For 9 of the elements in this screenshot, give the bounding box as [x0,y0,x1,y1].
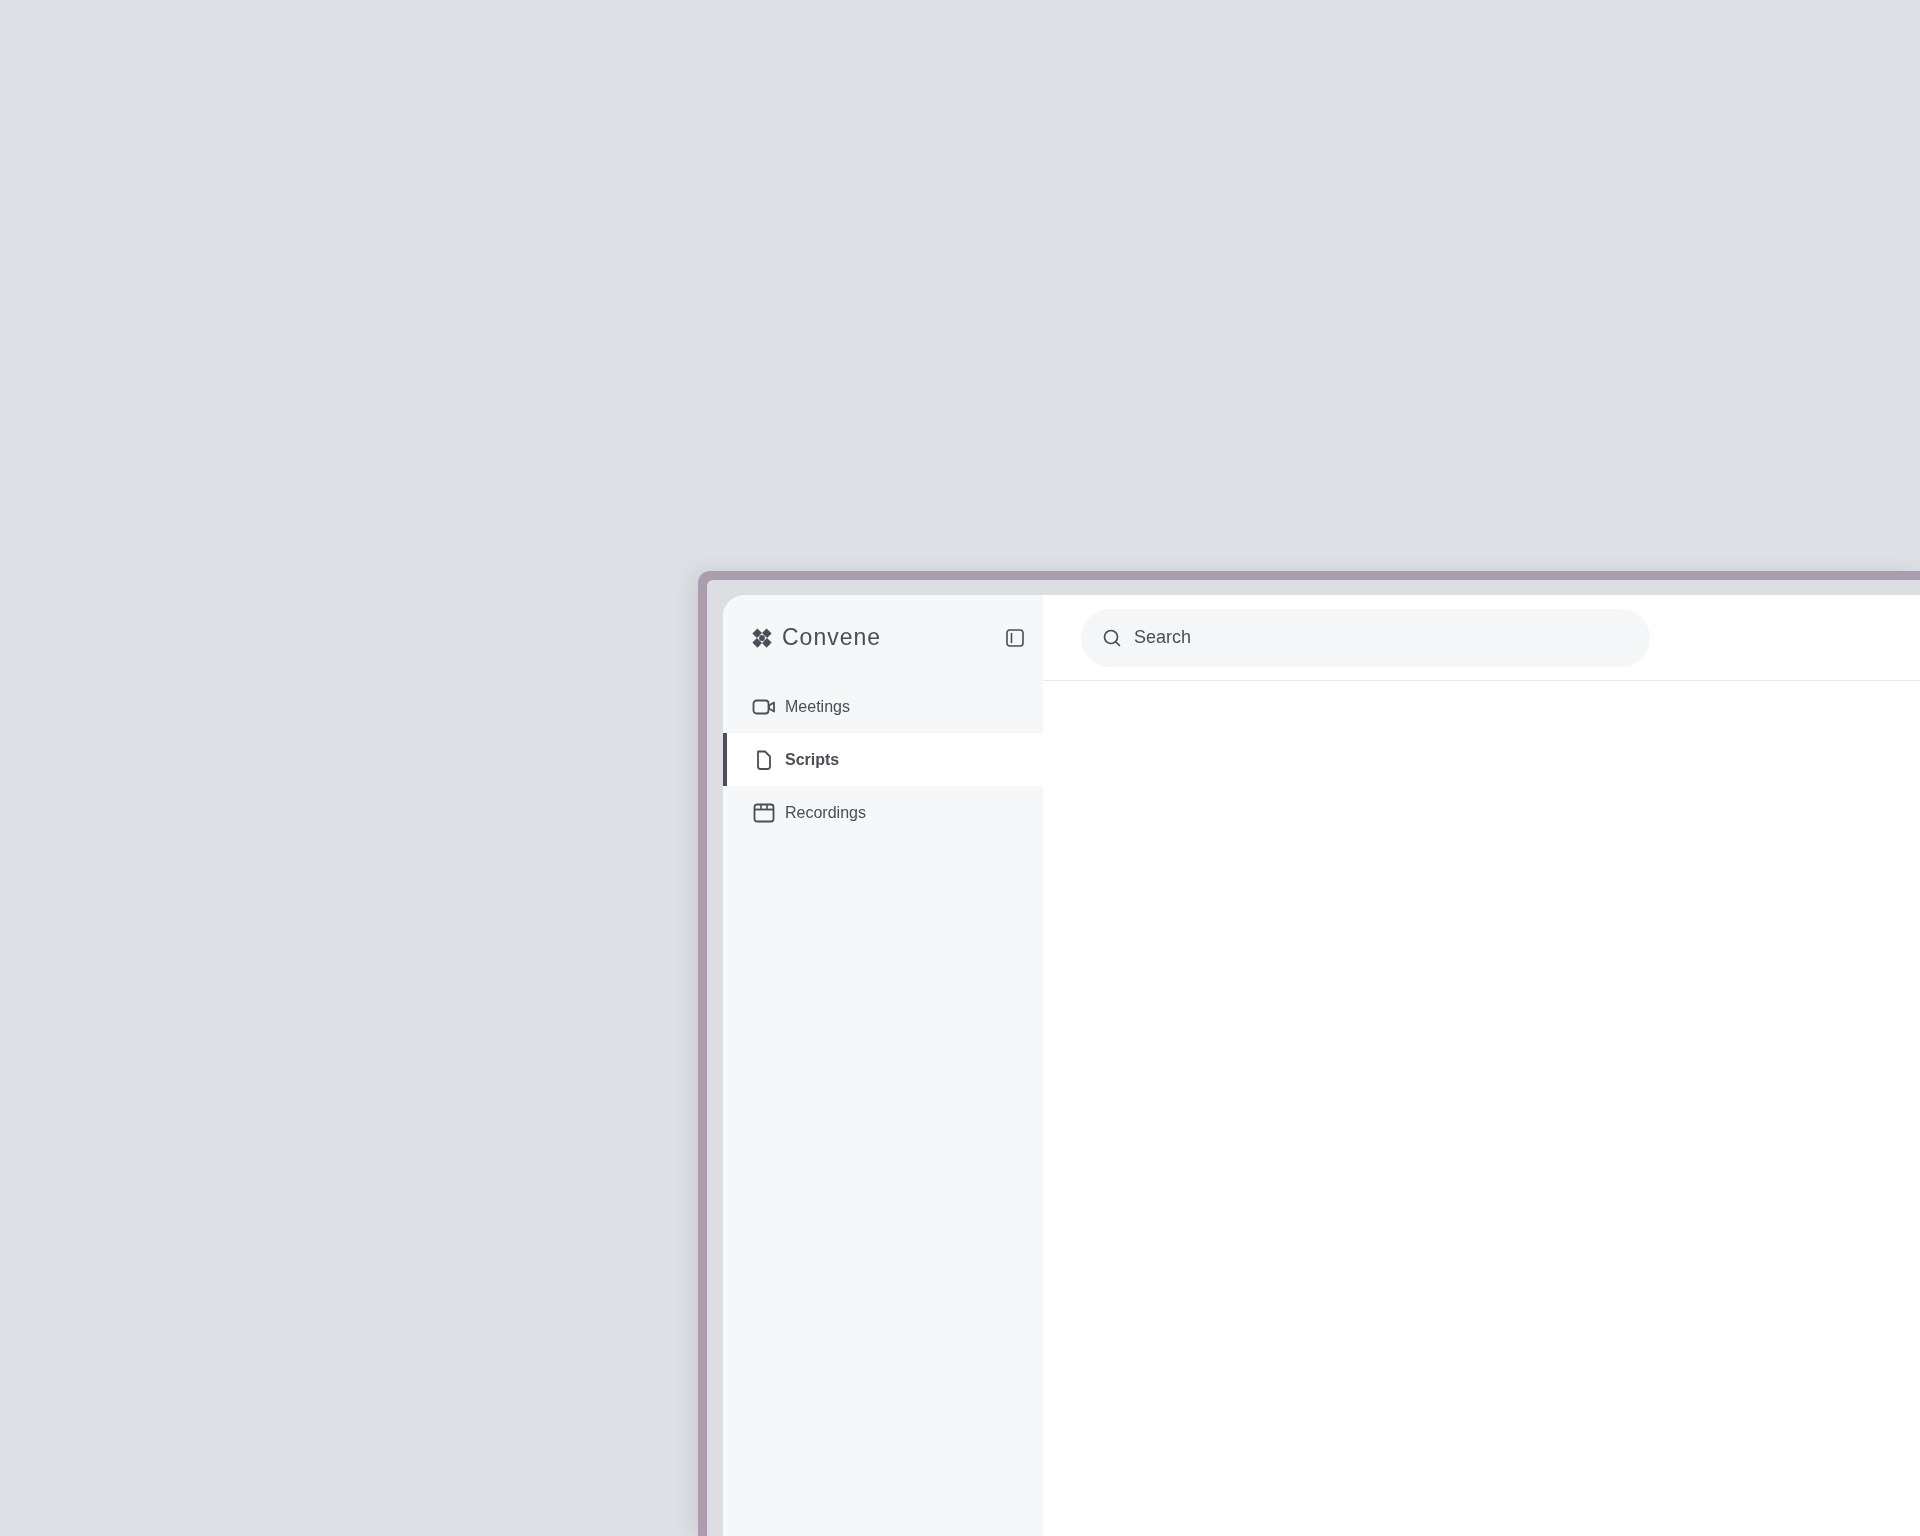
search-field[interactable]: Search [1081,608,1650,667]
sidebar-item[interactable]: Scripts [723,733,1043,786]
clapperboard-icon [752,802,776,823]
sidebar-toggle-icon[interactable] [1005,627,1025,648]
search-icon [1102,627,1122,648]
logo-icon [751,626,773,649]
sidebar-item[interactable]: Recordings [723,786,1043,839]
app-name: Convene [782,624,882,651]
sidebar-item[interactable]: Meetings [723,680,1043,733]
